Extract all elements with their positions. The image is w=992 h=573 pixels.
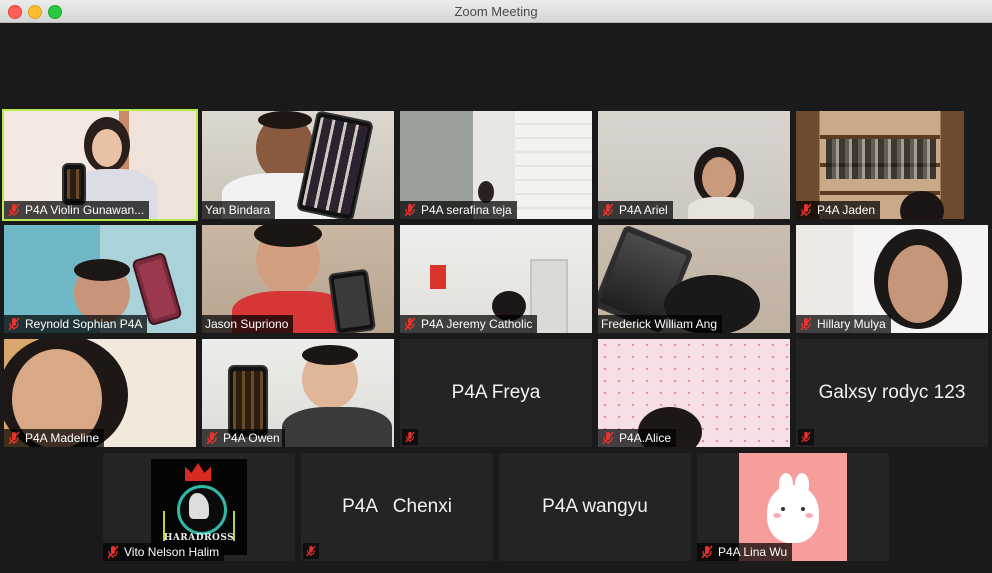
mic-muted-icon [205,431,219,445]
bunny-cheek [805,513,813,518]
mic-muted-icon [700,545,714,559]
video-tile-jaden[interactable]: P4A Jaden [796,111,964,219]
video-tile-reynold[interactable]: Reynold Sophian P4A [4,225,196,333]
mic-muted-icon [601,431,615,445]
participant-name-label: Jason Supriono [202,315,294,333]
participant-name-label: P4A serafina teja [400,201,517,219]
video-tile-ariel[interactable]: P4A Ariel [598,111,790,219]
gallery-view: P4A Violin Gunawan... Yan Bindara P4A se… [0,23,992,573]
window-title: Zoom Meeting [454,4,538,19]
mic-muted-icon [106,545,120,559]
crown-icon [185,463,211,481]
participant-name-label: P4A Lina Wu [697,543,793,561]
bunny-eye [781,507,785,511]
video-tile-madeline[interactable]: P4A Madeline [4,339,196,447]
mic-muted-icon [799,203,813,217]
participant-name-label: Frederick William Ang [598,315,723,333]
participant-name-label: P4A Jaden [796,201,881,219]
mic-muted-icon [402,429,418,445]
mic-muted-icon [7,203,21,217]
participant-name-label: P4A Violin Gunawan... [4,201,150,219]
video-tile-alice[interactable]: P4A.Alice [598,339,790,447]
video-tile-frederick[interactable]: Frederick William Ang [598,225,790,333]
name-tile-galxsy[interactable]: Galxsy rodyc 123 [796,339,988,447]
mic-muted-icon [403,203,417,217]
name-tile-chenxi[interactable]: P4A Chenxi [301,453,493,561]
mic-muted-icon [403,317,417,331]
bunny-eye [801,507,805,511]
name-tile-freya[interactable]: P4A Freya [400,339,592,447]
mic-muted-icon [303,543,319,559]
participant-display-name: P4A wangyu [542,496,648,517]
avatar-tile-vito[interactable]: HARADROSS Vito Nelson Halim [103,453,295,561]
participant-name-label: P4A Ariel [598,201,673,219]
haradross-logo: HARADROSS [151,459,247,555]
video-tile-serafina[interactable]: P4A serafina teja [400,111,592,219]
video-tile-jason[interactable]: Jason Supriono [202,225,394,333]
participant-name-label: Yan Bindara [202,201,276,219]
video-tile-hillary[interactable]: Hillary Mulya [796,225,988,333]
participant-display-name: P4A Freya [451,382,541,403]
mic-muted-icon [799,317,813,331]
video-tile-owen[interactable]: P4A Owen [202,339,394,447]
participant-name-label: P4A Madeline [4,429,105,447]
logo-text: HARADROSS [163,533,235,543]
mic-muted-icon [798,429,814,445]
participant-name-label: P4A Owen [202,429,285,447]
mic-muted-icon [7,431,21,445]
video-tile-yan[interactable]: Yan Bindara [202,111,394,219]
name-tile-wangyu[interactable]: P4A wangyu [499,453,691,561]
video-tile-jeremy[interactable]: P4A Jeremy Catholic [400,225,592,333]
participant-name-label: P4A Jeremy Catholic [400,315,538,333]
participant-name-label: Reynold Sophian P4A [4,315,148,333]
participant-name-label: P4A.Alice [598,429,677,447]
mic-muted-icon [601,203,615,217]
participant-name-label: Vito Nelson Halim [103,543,225,561]
avatar-tile-lina[interactable]: P4A Lina Wu [697,453,889,561]
mic-muted-icon [7,317,21,331]
video-tile-violin[interactable]: P4A Violin Gunawan... [2,109,198,221]
bunny-cheek [773,513,781,518]
participant-display-name: P4A Chenxi [342,496,452,517]
participant-name-label: Hillary Mulya [796,315,891,333]
participant-display-name: Galxsy rodyc 123 [818,382,966,403]
title-bar: Zoom Meeting [0,0,992,23]
